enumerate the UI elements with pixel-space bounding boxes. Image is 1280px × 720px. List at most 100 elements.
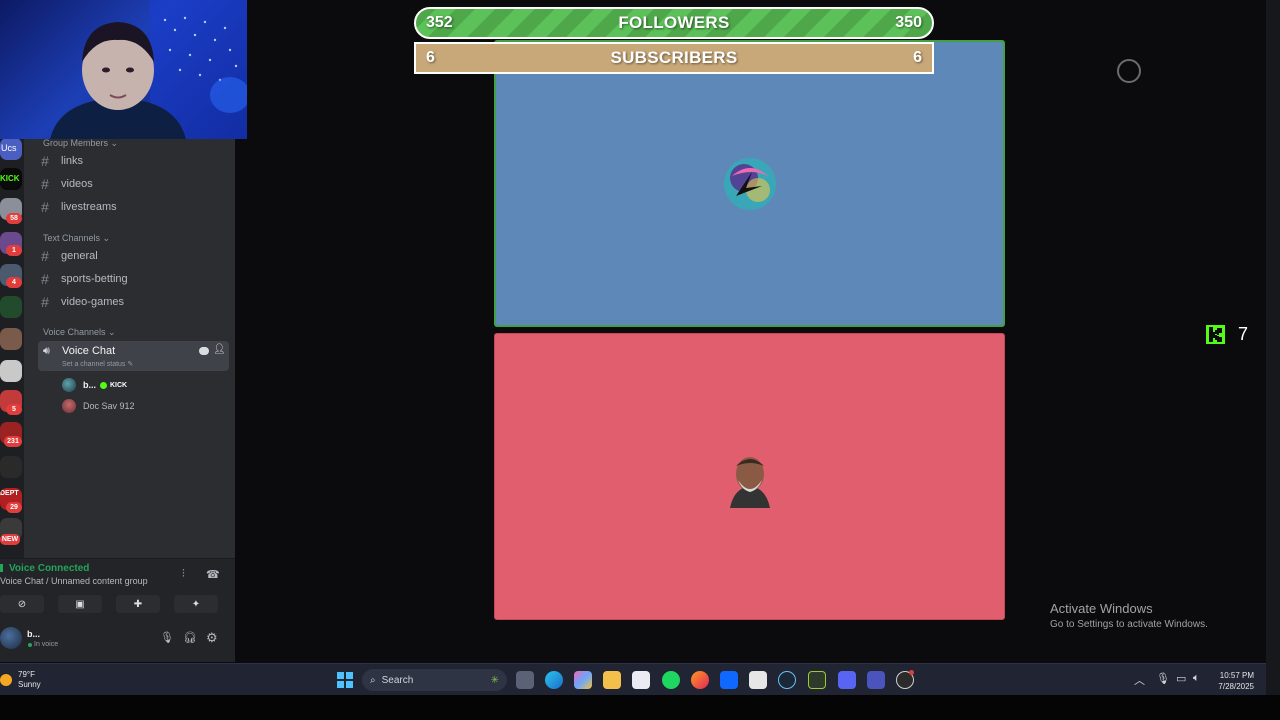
channel-livestreams[interactable]: # livestreams bbox=[36, 197, 226, 217]
weather-temp: 79°F bbox=[18, 670, 35, 679]
channel-label: video-games bbox=[61, 296, 124, 308]
headphones-icon[interactable]: 🎧︎ bbox=[183, 631, 197, 644]
voice-panel: Voice Connected Voice Chat / Unnamed con… bbox=[0, 558, 235, 662]
followers-goal: 350 bbox=[895, 14, 922, 31]
server-badge: 4 bbox=[6, 277, 22, 288]
server-icon-ucs[interactable]: Ucs bbox=[0, 138, 22, 160]
participant-tile-speaking[interactable] bbox=[494, 40, 1005, 327]
channel-links[interactable]: # links bbox=[36, 151, 226, 171]
weather-widget[interactable]: 79°F Sunny bbox=[0, 670, 41, 690]
speaker-icon: 🔊︎ bbox=[43, 345, 50, 357]
server-badge: 5 bbox=[6, 404, 22, 415]
server-badge: 1 bbox=[6, 245, 22, 256]
task-view-icon[interactable] bbox=[516, 671, 534, 689]
server-badge: 231 bbox=[4, 436, 22, 447]
voice-user[interactable]: Doc Sav 912 bbox=[62, 397, 135, 415]
participant-tile[interactable] bbox=[494, 333, 1005, 620]
channel-sports-betting[interactable]: # sports-betting bbox=[36, 269, 226, 289]
voice-user-name: Doc Sav 912 bbox=[83, 401, 135, 411]
discord-icon[interactable] bbox=[838, 671, 856, 689]
store-icon[interactable] bbox=[632, 671, 650, 689]
loading-spinner bbox=[1117, 59, 1141, 83]
category-group-members[interactable]: Group Members ⌄ bbox=[43, 138, 118, 149]
hash-icon: # bbox=[41, 271, 49, 287]
vortex-icon[interactable] bbox=[808, 671, 826, 689]
soundboard-button[interactable]: ✦ bbox=[174, 595, 218, 613]
signal-icon bbox=[0, 564, 3, 572]
voice-connected-label[interactable]: Voice Connected bbox=[9, 563, 89, 574]
category-text-channels[interactable]: Text Channels ⌄ bbox=[43, 233, 110, 244]
voice-user-name: b... bbox=[83, 380, 96, 390]
calendar-icon[interactable] bbox=[749, 671, 767, 689]
file-explorer-icon[interactable] bbox=[603, 671, 621, 689]
followers-current: 352 bbox=[426, 14, 453, 31]
network-icon[interactable]: ▭ bbox=[1176, 672, 1186, 685]
server-icon-5[interactable] bbox=[0, 328, 22, 350]
hash-icon: # bbox=[41, 294, 49, 310]
channel-label: links bbox=[61, 155, 84, 167]
server-icon-4[interactable] bbox=[0, 296, 22, 318]
channel-videos[interactable]: # videos bbox=[36, 174, 226, 194]
activate-subtitle: Go to Settings to activate Windows. bbox=[1050, 619, 1208, 630]
screen-share-icon: ▣ bbox=[75, 598, 85, 610]
copilot-icon[interactable] bbox=[574, 671, 592, 689]
hash-icon: # bbox=[41, 176, 49, 192]
channel-video-games[interactable]: # video-games bbox=[36, 292, 226, 312]
avatar[interactable] bbox=[0, 627, 22, 649]
server-icon-kick[interactable]: KICK bbox=[0, 168, 22, 190]
followers-goal-bar: 352 FOLLOWERS 350 bbox=[414, 7, 934, 39]
subscribers-goal-bar: 6 SUBSCRIBERS 6 bbox=[414, 42, 934, 74]
gear-icon[interactable]: ⚙ bbox=[206, 630, 218, 646]
activate-windows-watermark: Activate Windows Go to Settings to activ… bbox=[1050, 601, 1208, 630]
participant-avatar-logo bbox=[724, 158, 776, 210]
voice-location[interactable]: Voice Chat / Unnamed content group bbox=[0, 576, 148, 586]
steam-icon[interactable] bbox=[778, 671, 796, 689]
taskbar-search[interactable]: ⌕ Search ✳ bbox=[362, 669, 507, 691]
camera-off-button[interactable]: ⊘ bbox=[0, 595, 44, 613]
edge-icon[interactable] bbox=[545, 671, 563, 689]
subscribers-label: SUBSCRIBERS bbox=[610, 48, 738, 67]
activate-title: Activate Windows bbox=[1050, 601, 1153, 616]
taskbar: 79°F Sunny ⌕ Search ✳ ︿ 🎙︎ ▭ 🔈︎ 10:57 PM… bbox=[0, 663, 1266, 695]
volume-icon[interactable]: 🔈︎ bbox=[1193, 672, 1200, 685]
channel-list: Group Members ⌄ # links # videos # lives… bbox=[24, 138, 235, 558]
category-voice-channels[interactable]: Voice Channels ⌄ bbox=[43, 327, 116, 338]
chevron-up-icon[interactable]: ︿ bbox=[1134, 672, 1145, 688]
voice-channel-name: Voice Chat bbox=[62, 345, 116, 357]
screen: Ucs KICK 58 1 4 5 231 DEPT 29 NEW Group … bbox=[0, 0, 1280, 720]
spotify-icon[interactable] bbox=[662, 671, 680, 689]
firefox-icon[interactable] bbox=[691, 671, 709, 689]
webcam-feed bbox=[0, 0, 247, 139]
teams-icon[interactable] bbox=[867, 671, 885, 689]
channel-label: sports-betting bbox=[61, 273, 128, 285]
user-name: b... bbox=[27, 629, 40, 639]
kick-viewer-count: 7 bbox=[1206, 323, 1248, 345]
avatar bbox=[62, 378, 76, 392]
system-clock[interactable]: 10:57 PM 7/28/2025 bbox=[1212, 670, 1254, 692]
microphone-icon[interactable]: 🎙︎ bbox=[1156, 672, 1170, 685]
hash-icon: # bbox=[41, 248, 49, 264]
screen-share-button[interactable]: ▣ bbox=[58, 595, 102, 613]
disconnect-icon[interactable]: ☎︎ bbox=[206, 568, 220, 581]
gamepad-icon: ✚ bbox=[133, 598, 143, 610]
add-user-icon[interactable]: 👤︎ bbox=[213, 344, 226, 355]
kick-viewer-number: 7 bbox=[1238, 323, 1249, 344]
voice-user[interactable]: b... KICK bbox=[62, 376, 127, 394]
bottom-bar bbox=[0, 695, 1280, 720]
noise-suppression-icon[interactable]: ⫶ bbox=[182, 568, 185, 581]
search-icon: ⌕ bbox=[370, 674, 376, 686]
voice-channel-status[interactable]: Set a channel status ✎ bbox=[62, 360, 133, 368]
channel-label: videos bbox=[61, 178, 93, 190]
dropbox-icon[interactable] bbox=[720, 671, 738, 689]
start-button[interactable] bbox=[337, 672, 353, 688]
server-badge: 29 bbox=[6, 502, 22, 513]
server-icon-9[interactable] bbox=[0, 456, 22, 478]
server-icon-6[interactable] bbox=[0, 360, 22, 382]
hash-icon: # bbox=[41, 199, 49, 215]
channel-general[interactable]: # general bbox=[36, 246, 226, 266]
voice-channel-voice-chat[interactable]: 🔊︎ Voice Chat Set a channel status ✎ 👤︎ bbox=[38, 341, 229, 371]
activities-button[interactable]: ✚ bbox=[116, 595, 160, 613]
chat-bubble-icon[interactable] bbox=[199, 347, 209, 355]
microphone-icon[interactable]: 🎙︎ bbox=[160, 631, 174, 644]
user-area: b... In voice 🎙︎ 🎧︎ ⚙ bbox=[0, 625, 235, 663]
